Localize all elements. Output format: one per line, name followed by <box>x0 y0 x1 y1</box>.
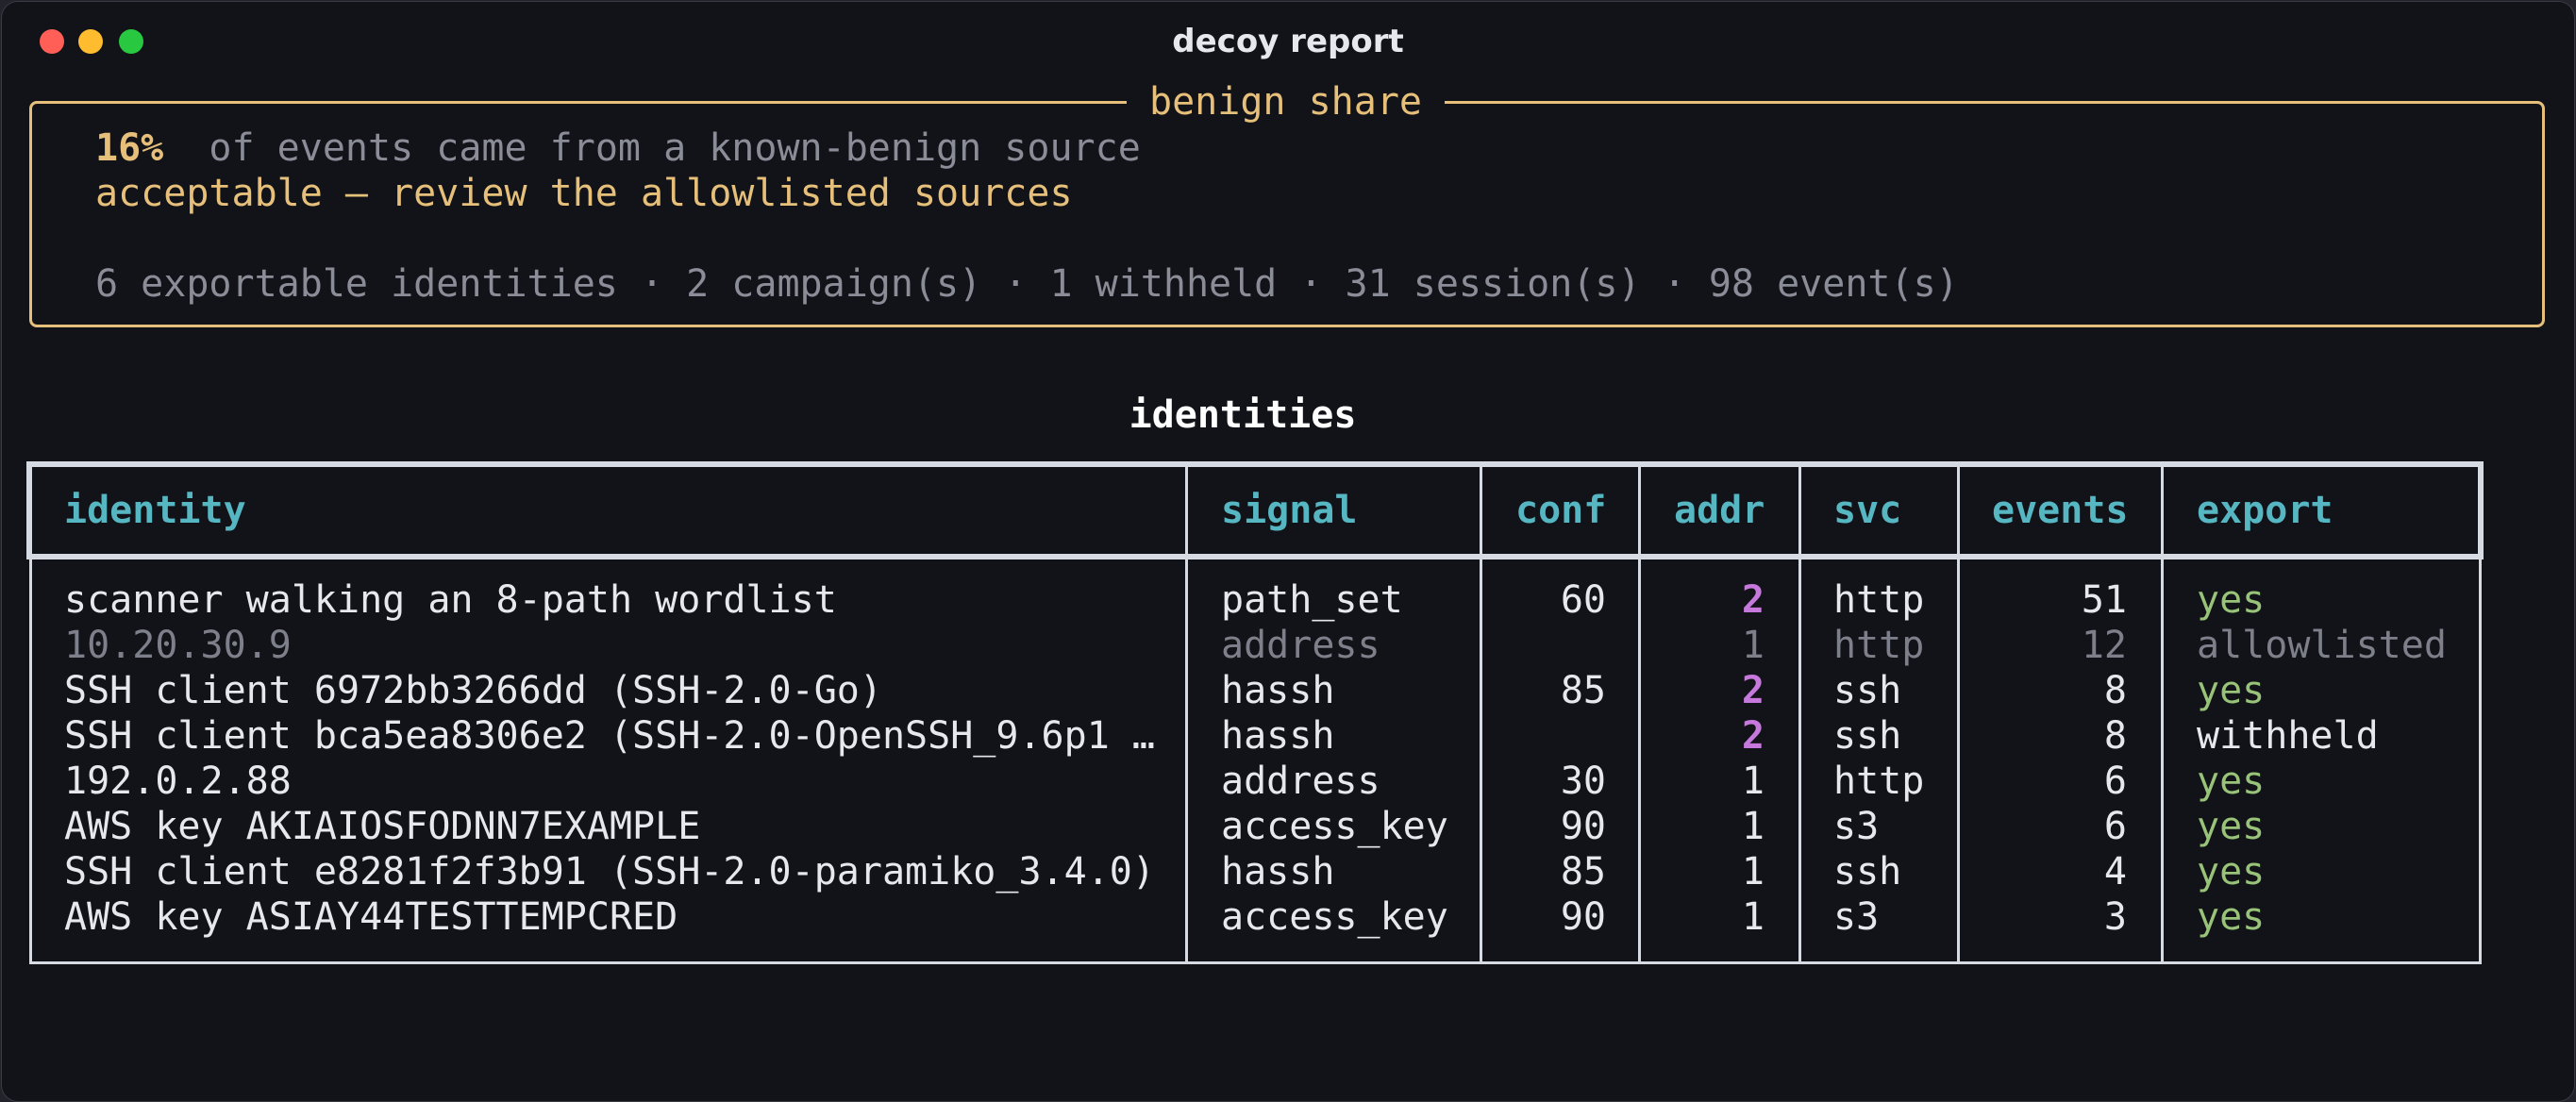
cell-svc: ssh <box>1833 850 1902 893</box>
cell-svc: ssh <box>1833 669 1902 712</box>
window-title: decoy report <box>1172 23 1404 60</box>
cell-identity: scanner walking an 8-path wordlist <box>64 578 837 622</box>
cell-signal: hassh <box>1221 669 1335 712</box>
cell-export: yes <box>2197 850 2266 893</box>
column-divider <box>2161 465 2164 963</box>
cell-svc: ssh <box>1833 714 1902 758</box>
cell-export: withheld <box>2197 714 2379 758</box>
cell-events: 3 <box>2103 895 2127 939</box>
cell-identity: 10.20.30.9 <box>64 624 292 667</box>
cell-export: yes <box>2197 805 2266 848</box>
cell-events: 4 <box>2103 850 2127 893</box>
header-export[interactable]: export <box>2197 485 2333 536</box>
cell-signal: address <box>1221 624 1380 667</box>
cell-export: yes <box>2197 578 2266 622</box>
cell-addr: 1 <box>1741 850 1765 893</box>
cell-events: 51 <box>2081 578 2127 622</box>
title-bar: decoy report <box>2 2 2574 77</box>
terminal-window: decoy report 16% of events came from a k… <box>1 1 2575 1102</box>
cell-signal: hassh <box>1221 850 1335 893</box>
cell-addr: 1 <box>1741 805 1765 848</box>
benign-percent-text: of events came from a known-benign sourc… <box>209 126 1141 170</box>
cell-addr: 1 <box>1741 624 1765 667</box>
cell-addr: 2 <box>1741 578 1765 622</box>
cell-identity: SSH client e8281f2f3b91 (SSH-2.0-paramik… <box>64 850 1155 893</box>
cell-addr: 2 <box>1741 714 1765 758</box>
cell-export: allowlisted <box>2197 624 2447 667</box>
cell-identity: 192.0.2.88 <box>64 760 292 803</box>
cell-export: yes <box>2197 760 2266 803</box>
benign-share-panel: 16% of events came from a known-benign s… <box>29 101 2545 327</box>
cell-addr: 1 <box>1741 760 1765 803</box>
verdict-text: acceptable — review the allowlisted sour… <box>95 172 1073 215</box>
cell-svc: http <box>1833 624 1925 667</box>
cell-signal: access_key <box>1221 805 1448 848</box>
cell-signal: hassh <box>1221 714 1335 758</box>
benign-percent: 16% <box>95 126 164 170</box>
table-title: identities <box>1129 393 1357 437</box>
cell-events: 6 <box>2103 805 2127 848</box>
cell-export: yes <box>2197 669 2266 712</box>
cell-identity: SSH client 6972bb3266dd (SSH-2.0-Go) <box>64 669 882 712</box>
cell-identity: SSH client bca5ea8306e2 (SSH-2.0-OpenSSH… <box>64 714 1155 758</box>
cell-events: 6 <box>2103 760 2127 803</box>
cell-svc: s3 <box>1833 895 1880 939</box>
cell-events: 8 <box>2103 714 2127 758</box>
cell-svc: s3 <box>1833 805 1880 848</box>
panel-legend: benign share <box>1127 75 1445 128</box>
header-svc[interactable]: svc <box>1833 485 1901 536</box>
column-divider <box>1185 465 1188 963</box>
cell-identity: AWS key ASIAY44TESTTEMPCRED <box>64 895 678 939</box>
summary-text: 6 exportable identities · 2 campaign(s) … <box>95 262 1959 306</box>
cell-signal: access_key <box>1221 895 1448 939</box>
cell-identity: AWS key AKIAIOSFODNN7EXAMPLE <box>64 805 701 848</box>
cell-svc: http <box>1833 578 1925 622</box>
cell-events: 8 <box>2103 669 2127 712</box>
cell-events: 12 <box>2081 624 2127 667</box>
header-addr[interactable]: addr <box>1674 485 1765 536</box>
header-signal[interactable]: signal <box>1221 485 1358 536</box>
column-divider <box>1798 465 1801 963</box>
header-events[interactable]: events <box>1992 485 2129 536</box>
benign-percent-line: 16% of events came from a known-benign s… <box>95 125 1141 172</box>
cell-export: yes <box>2197 895 2266 939</box>
header-identity[interactable]: identity <box>64 485 246 536</box>
cell-svc: http <box>1833 760 1925 803</box>
cell-signal: address <box>1221 760 1380 803</box>
cell-addr: 2 <box>1741 669 1765 712</box>
cell-addr: 1 <box>1741 895 1765 939</box>
header-conf[interactable]: conf <box>1515 485 1606 536</box>
cell-signal: path_set <box>1221 578 1403 622</box>
